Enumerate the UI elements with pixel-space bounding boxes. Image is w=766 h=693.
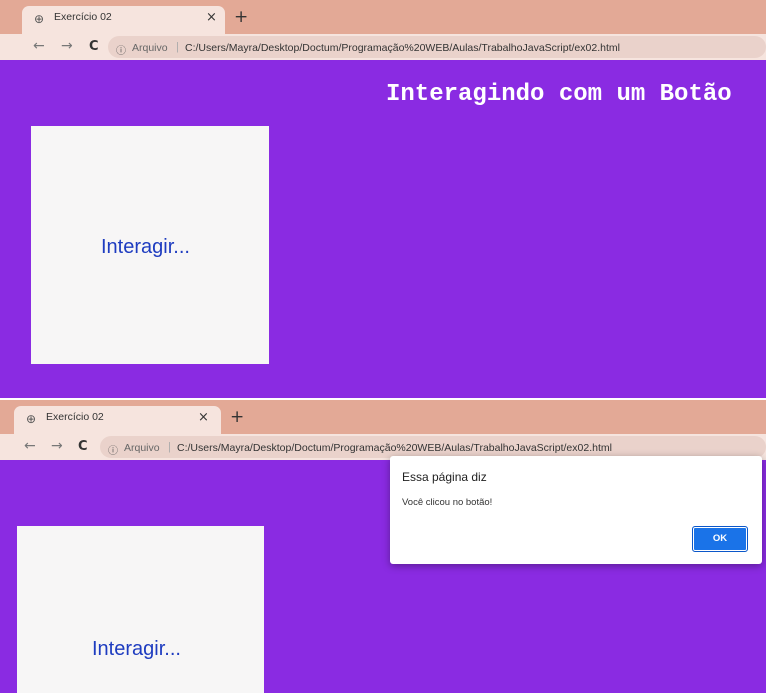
- browser-tab[interactable]: ⊕ Exercício 02 ×: [22, 6, 225, 34]
- info-icon[interactable]: ⓘ: [108, 442, 118, 457]
- button-label: Interagir...: [92, 638, 181, 660]
- tab-strip: ⊕ Exercício 02 × +: [0, 400, 766, 434]
- forward-icon[interactable]: →: [61, 38, 73, 54]
- alert-dialog: Essa página diz Você clicou no botão! OK: [390, 456, 762, 564]
- alert-message: Você clicou no botão!: [402, 497, 493, 508]
- page-content: Interagindo com um Botão Interagir...: [0, 60, 766, 398]
- reload-icon[interactable]: C: [89, 39, 99, 54]
- new-tab-button[interactable]: +: [230, 407, 244, 427]
- address-bar[interactable]: ⓘ Arquivo | C:/Users/Mayra/Desktop/Doctu…: [108, 36, 766, 58]
- interact-button[interactable]: Interagir...: [31, 126, 269, 364]
- browser-chrome: ⊕ Exercício 02 × + ← → C ⓘ Arquivo | C:/…: [0, 0, 766, 60]
- url-text[interactable]: C:/Users/Mayra/Desktop/Doctum/Programaçã…: [185, 42, 620, 54]
- scheme-label: Arquivo: [124, 442, 160, 454]
- tab-strip: ⊕ Exercício 02 × +: [0, 0, 766, 34]
- alert-title: Essa página diz: [402, 470, 487, 484]
- reload-icon[interactable]: C: [78, 439, 88, 454]
- separator: |: [176, 41, 179, 53]
- scheme-label: Arquivo: [132, 42, 168, 54]
- back-icon[interactable]: ←: [24, 438, 36, 454]
- page-heading: Interagindo com um Botão: [386, 81, 732, 108]
- globe-icon: ⊕: [26, 412, 37, 426]
- tab-close-icon[interactable]: ×: [206, 10, 217, 25]
- screenshot-before-click: ⊕ Exercício 02 × + ← → C ⓘ Arquivo | C:/…: [0, 0, 766, 398]
- info-icon[interactable]: ⓘ: [116, 42, 126, 57]
- tab-close-icon[interactable]: ×: [198, 410, 209, 425]
- tab-title: Exercício 02: [46, 411, 104, 423]
- browser-chrome: ⊕ Exercício 02 × + ← → C ⓘ Arquivo | C:/…: [0, 400, 766, 460]
- forward-icon[interactable]: →: [51, 438, 63, 454]
- separator: |: [168, 441, 171, 453]
- url-text[interactable]: C:/Users/Mayra/Desktop/Doctum/Programaçã…: [177, 442, 612, 454]
- tab-title: Exercício 02: [54, 11, 112, 23]
- ok-button[interactable]: OK: [692, 526, 748, 552]
- interact-button[interactable]: Interagir...: [17, 526, 264, 693]
- new-tab-button[interactable]: +: [234, 7, 248, 27]
- button-label: Interagir...: [101, 236, 190, 258]
- browser-tab[interactable]: ⊕ Exercício 02 ×: [14, 406, 221, 434]
- back-icon[interactable]: ←: [33, 38, 45, 54]
- address-bar[interactable]: ⓘ Arquivo | C:/Users/Mayra/Desktop/Doctu…: [100, 436, 766, 458]
- toolbar: ← → C ⓘ Arquivo | C:/Users/Mayra/Desktop…: [0, 34, 766, 60]
- globe-icon: ⊕: [34, 12, 45, 26]
